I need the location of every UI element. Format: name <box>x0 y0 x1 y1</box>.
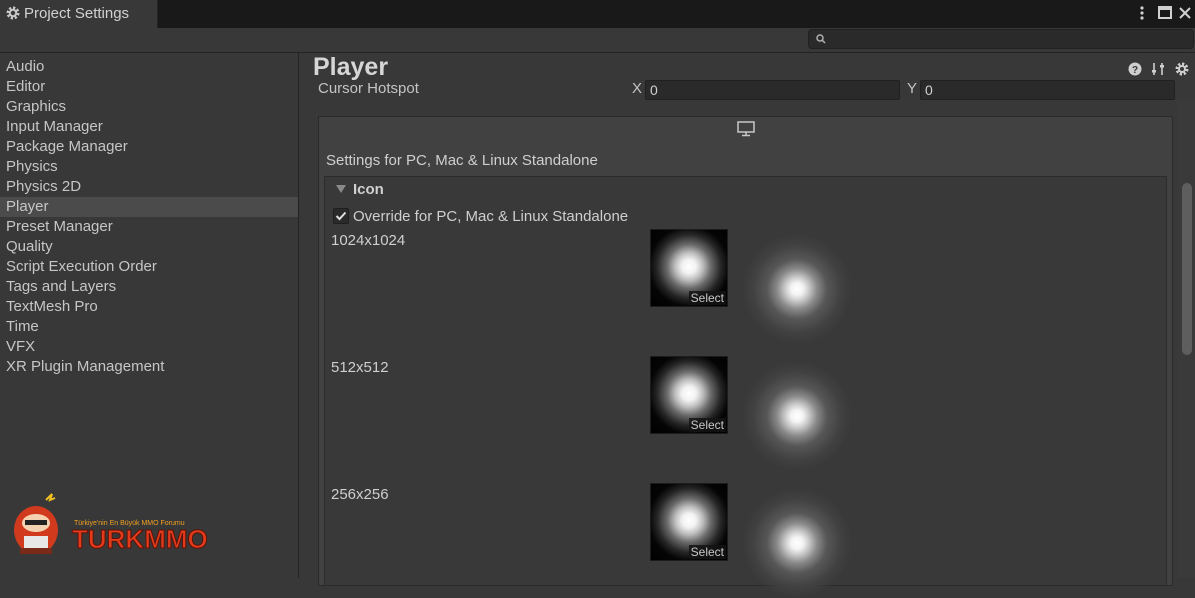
sidebar-item-graphics[interactable]: Graphics <box>0 97 298 117</box>
icon-texture-slot[interactable]: Select <box>650 229 728 307</box>
maximize-icon[interactable] <box>1157 4 1173 22</box>
sidebar-item-time[interactable]: Time <box>0 317 298 337</box>
cursor-hotspot-y-label: Y <box>907 80 918 97</box>
search-input[interactable] <box>808 29 1194 49</box>
sidebar-item-textmesh-pro[interactable]: TextMesh Pro <box>0 297 298 317</box>
more-options-icon[interactable] <box>1138 4 1146 22</box>
icon-texture-slot[interactable]: Select <box>650 483 728 561</box>
icon-texture-slot[interactable]: Select <box>650 356 728 434</box>
icon-foldout-label[interactable]: Icon <box>353 181 384 198</box>
icon-size-label: 256x256 <box>331 486 389 503</box>
presets-icon[interactable] <box>1150 61 1166 77</box>
svg-text:TURKMMO: TURKMMO <box>72 524 208 554</box>
sidebar-item-tags-and-layers[interactable]: Tags and Layers <box>0 277 298 297</box>
icon-size-label: 512x512 <box>331 359 389 376</box>
page-title: Player <box>313 53 389 81</box>
override-label: Override for PC, Mac & Linux Standalone <box>353 208 629 225</box>
select-texture-button[interactable]: Select <box>688 291 726 305</box>
sidebar-item-xr-plugin-management[interactable]: XR Plugin Management <box>0 357 298 377</box>
icon-size-label: 1024x1024 <box>331 232 406 249</box>
sidebar-item-preset-manager[interactable]: Preset Manager <box>0 217 298 237</box>
icon-preview <box>742 234 852 344</box>
close-icon[interactable] <box>1178 4 1192 22</box>
sidebar-item-audio[interactable]: Audio <box>0 57 298 77</box>
icon-preview <box>742 361 852 471</box>
sidebar-item-editor[interactable]: Editor <box>0 77 298 97</box>
cursor-hotspot-y-field[interactable]: 0 <box>920 80 1175 100</box>
select-texture-button[interactable]: Select <box>688 545 726 559</box>
help-icon[interactable]: ? <box>1127 61 1143 77</box>
monitor-icon[interactable] <box>737 121 755 137</box>
sidebar-item-player[interactable]: Player <box>0 197 298 217</box>
cursor-hotspot-x-field[interactable]: 0 <box>645 80 900 100</box>
sidebar-item-physics-2d[interactable]: Physics 2D <box>0 177 298 197</box>
cursor-hotspot-x-label: X <box>632 80 643 97</box>
turkmmo-logo: Türkiye'nin En Büyük MMO Forumu TURKMMO <box>14 493 208 555</box>
tab-title: Project Settings <box>24 5 130 22</box>
settings-gear-icon[interactable] <box>1174 61 1190 77</box>
sidebar-item-script-execution-order[interactable]: Script Execution Order <box>0 257 298 277</box>
override-checkbox[interactable] <box>333 208 349 224</box>
sidebar-item-vfx[interactable]: VFX <box>0 337 298 357</box>
sidebar-item-input-manager[interactable]: Input Manager <box>0 117 298 137</box>
checkmark-icon <box>335 211 347 221</box>
window-titlebar <box>0 0 1195 28</box>
search-icon <box>816 34 826 44</box>
select-texture-button[interactable]: Select <box>688 418 726 432</box>
gear-icon <box>6 6 20 20</box>
tab-project-settings[interactable]: Project Settings <box>0 0 158 28</box>
icon-preview <box>742 488 852 598</box>
svg-text:?: ? <box>1132 65 1138 76</box>
sidebar-item-package-manager[interactable]: Package Manager <box>0 137 298 157</box>
sidebar-item-quality[interactable]: Quality <box>0 237 298 257</box>
cursor-hotspot-label: Cursor Hotspot <box>318 80 419 97</box>
platform-settings-heading: Settings for PC, Mac & Linux Standalone <box>326 152 598 169</box>
foldout-arrow-icon[interactable] <box>336 185 346 193</box>
sidebar-item-physics[interactable]: Physics <box>0 157 298 177</box>
scrollbar-thumb[interactable] <box>1182 183 1192 355</box>
